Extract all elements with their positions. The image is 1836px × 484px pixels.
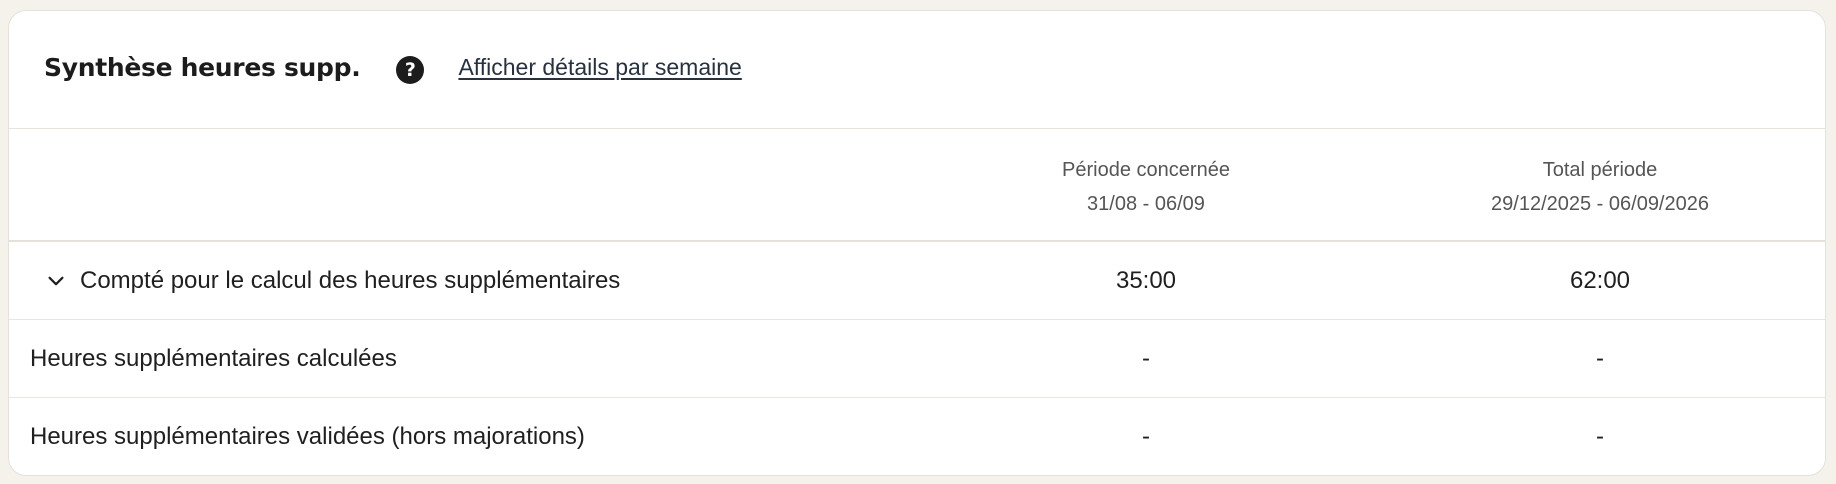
row-label-group: Compté pour le calcul des heures supplém…: [30, 242, 620, 319]
chevron-down-icon[interactable]: [42, 267, 70, 295]
row-label: Compté pour le calcul des heures supplém…: [80, 266, 621, 294]
overtime-summary-card: Synthèse heures supp. ? Afficher détails…: [8, 10, 1826, 476]
cell-period-value: 35:00: [1115, 266, 1177, 294]
row-label: Heures supplémentaires validées (hors ma…: [30, 423, 585, 450]
cell-total-value: 62:00: [1569, 266, 1631, 294]
column-header-title: Période concernée: [1062, 159, 1230, 181]
column-header-title: Total période: [1542, 159, 1658, 181]
column-header-row: Période concernée 31/08 - 06/09 Total pé…: [9, 129, 1825, 242]
help-icon[interactable]: ?: [396, 56, 425, 84]
column-header-total: Total période 29/12/2025 - 06/09/2026: [1491, 153, 1709, 221]
cell-period-value: -: [1142, 423, 1150, 450]
cell-total-value: -: [1596, 423, 1604, 450]
column-header-period: Période concernée 31/08 - 06/09: [1062, 153, 1230, 221]
table-row-calculated-overtime: Heures supplémentaires calculées - -: [9, 320, 1825, 398]
show-weekly-details-link[interactable]: Afficher détails par semaine: [458, 54, 741, 81]
table-row-counted-hours[interactable]: Compté pour le calcul des heures supplém…: [9, 242, 1825, 320]
column-header-range: 29/12/2025 - 06/09/2026: [1491, 193, 1709, 215]
card-title: Synthèse heures supp.: [44, 53, 361, 82]
table-row-validated-overtime: Heures supplémentaires validées (hors ma…: [9, 398, 1825, 475]
column-header-range: 31/08 - 06/09: [1087, 193, 1205, 215]
card-header: Synthèse heures supp. ? Afficher détails…: [9, 11, 1825, 129]
cell-period-value: -: [1142, 344, 1150, 372]
cell-total-value: -: [1596, 344, 1604, 372]
row-label: Heures supplémentaires calculées: [30, 344, 397, 372]
